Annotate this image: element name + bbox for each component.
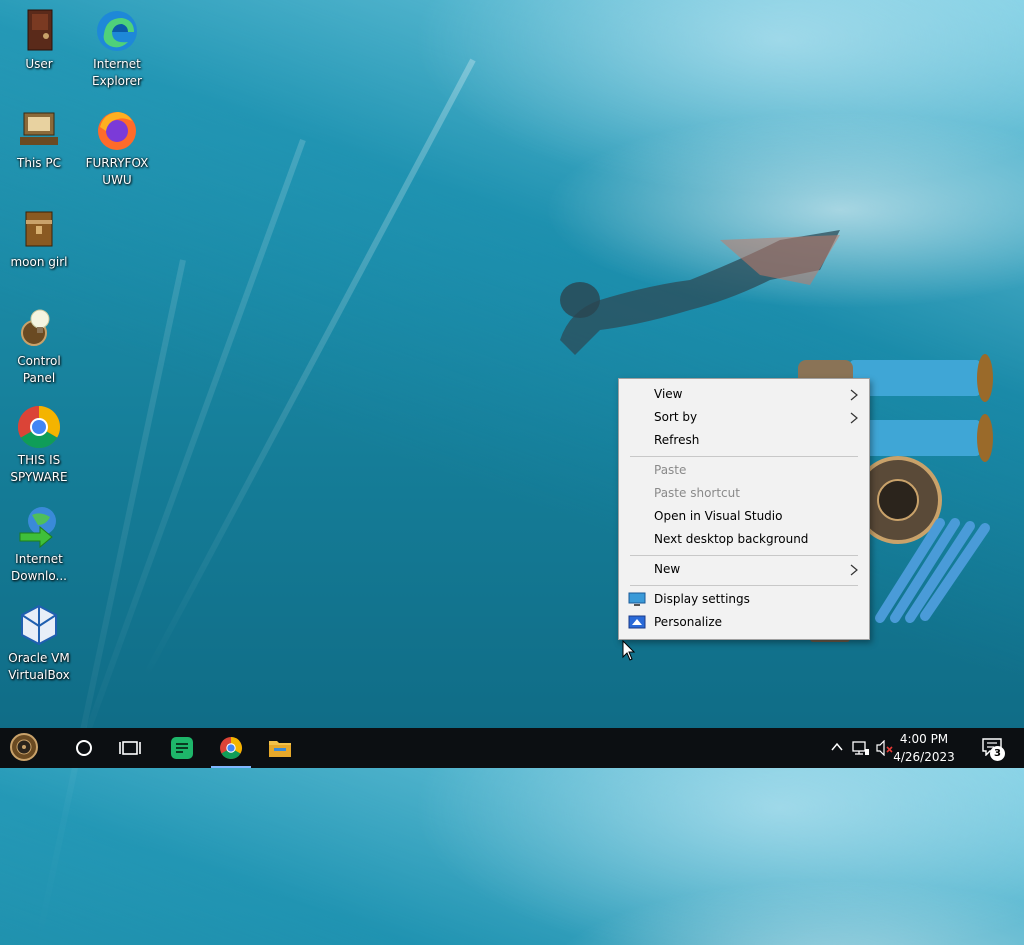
cabinet-icon [27,9,53,51]
menu-item-next-desktop-background[interactable]: Next desktop background [619,528,869,551]
desktop-icon-label: This PC [17,156,61,170]
steampunk-computer-icon [20,112,58,145]
desktop-icon-label: moon girl [10,255,68,269]
monitor-icon [628,592,646,606]
menu-item-label: Next desktop background [654,532,809,546]
chrome-icon [17,406,61,449]
menu-item-paste[interactable]: Paste [619,459,869,482]
wallpaper-light-ray [60,138,306,799]
chrome-icon [220,737,242,759]
menu-item-new[interactable]: New [619,558,869,581]
notification-count-badge: 3 [990,746,1005,761]
desktop-icon-label: Oracle VM VirtualBox [8,651,70,682]
desktop-icon-user[interactable]: User [0,8,78,73]
desktop-icon-label: THIS IS SPYWARE [10,453,68,484]
clock-date: 4/26/2023 [893,750,955,764]
desktop-icon-label: User [25,57,53,71]
virtualbox-cube-icon [21,604,57,646]
taskbar-chrome[interactable] [207,728,255,768]
idm-globe-icon [19,507,56,549]
desktop-icon-moon-girl[interactable]: moon girl [0,206,78,271]
desktop-context-menu: View Sort by Refresh Paste Paste shortcu… [618,378,870,640]
menu-item-display-settings[interactable]: Display settings [619,588,869,611]
menu-item-label: New [654,562,681,576]
menu-item-label: Open in Visual Studio [654,509,783,523]
taskbar-clock[interactable]: 4:00 PM 4/26/2023 [884,730,964,766]
menu-separator [630,555,858,556]
trunk-icon [25,211,53,247]
taskbar-file-explorer[interactable] [256,728,304,768]
taskbar-notes-app[interactable] [158,728,206,768]
chevron-right-icon [850,564,858,576]
menu-item-label: Personalize [654,615,723,629]
menu-item-paste-shortcut[interactable]: Paste shortcut [619,482,869,505]
start-button[interactable] [10,728,58,768]
menu-item-view[interactable]: View [619,383,869,406]
desktop-icon-this-pc[interactable]: This PC [0,107,78,172]
menu-separator [630,585,858,586]
menu-item-open-in-visual-studio[interactable]: Open in Visual Studio [619,505,869,528]
notes-app-icon [171,737,193,759]
chevron-right-icon [850,412,858,424]
menu-item-label: Display settings [654,592,750,606]
personalize-icon [628,615,646,629]
cortana-search-button[interactable] [62,728,110,768]
desktop-icon-label: Control Panel [17,354,61,385]
task-view-icon [119,741,141,755]
edge-icon [97,11,137,51]
folder-icon [269,741,291,757]
wallpaper-light-ray [141,58,476,680]
firefox-icon [98,112,136,150]
desktop-icon-chrome[interactable]: THIS IS SPYWARE [0,404,78,486]
menu-item-sort-by[interactable]: Sort by [619,406,869,429]
desktop-icon-label: FURRYFOX UWU [85,156,149,187]
action-center-button[interactable]: 3 [982,738,1008,761]
menu-separator [630,456,858,457]
mouse-cursor [622,640,636,661]
menu-item-label: Sort by [654,410,698,424]
desktop-icon-internet-explorer[interactable]: Internet Explorer [78,8,156,90]
menu-item-label: Paste [654,463,687,477]
desktop-icon-virtualbox[interactable]: Oracle VM VirtualBox [0,602,78,684]
desktop-icon-internet-download-manager[interactable]: Internet Downlo... [0,503,78,585]
menu-item-personalize[interactable]: Personalize [619,611,869,634]
chevron-up-icon[interactable] [830,740,844,754]
network-icon[interactable] [852,740,870,756]
clock-time: 4:00 PM [899,732,949,746]
menu-item-label: Paste shortcut [654,486,740,500]
desktop-icon-label: Internet Explorer [92,57,142,88]
menu-item-label: View [654,387,683,401]
chevron-right-icon [850,389,858,401]
taskbar: 4:00 PM 4/26/2023 3 [0,728,1024,768]
menu-item-refresh[interactable]: Refresh [619,429,869,452]
desktop-icon-label: Internet Downlo... [11,552,67,583]
menu-item-label: Refresh [654,433,700,447]
task-view-button[interactable] [108,728,156,768]
desktop-icon-furryfox[interactable]: FURRYFOX UWU [78,107,156,189]
wallpaper-swimmer [560,230,840,355]
desktop-icon-control-panel[interactable]: Control Panel [0,305,78,387]
lightbulb-gear-icon [21,309,50,346]
cortana-circle-icon [76,740,92,756]
steampunk-start-icon [10,733,38,761]
